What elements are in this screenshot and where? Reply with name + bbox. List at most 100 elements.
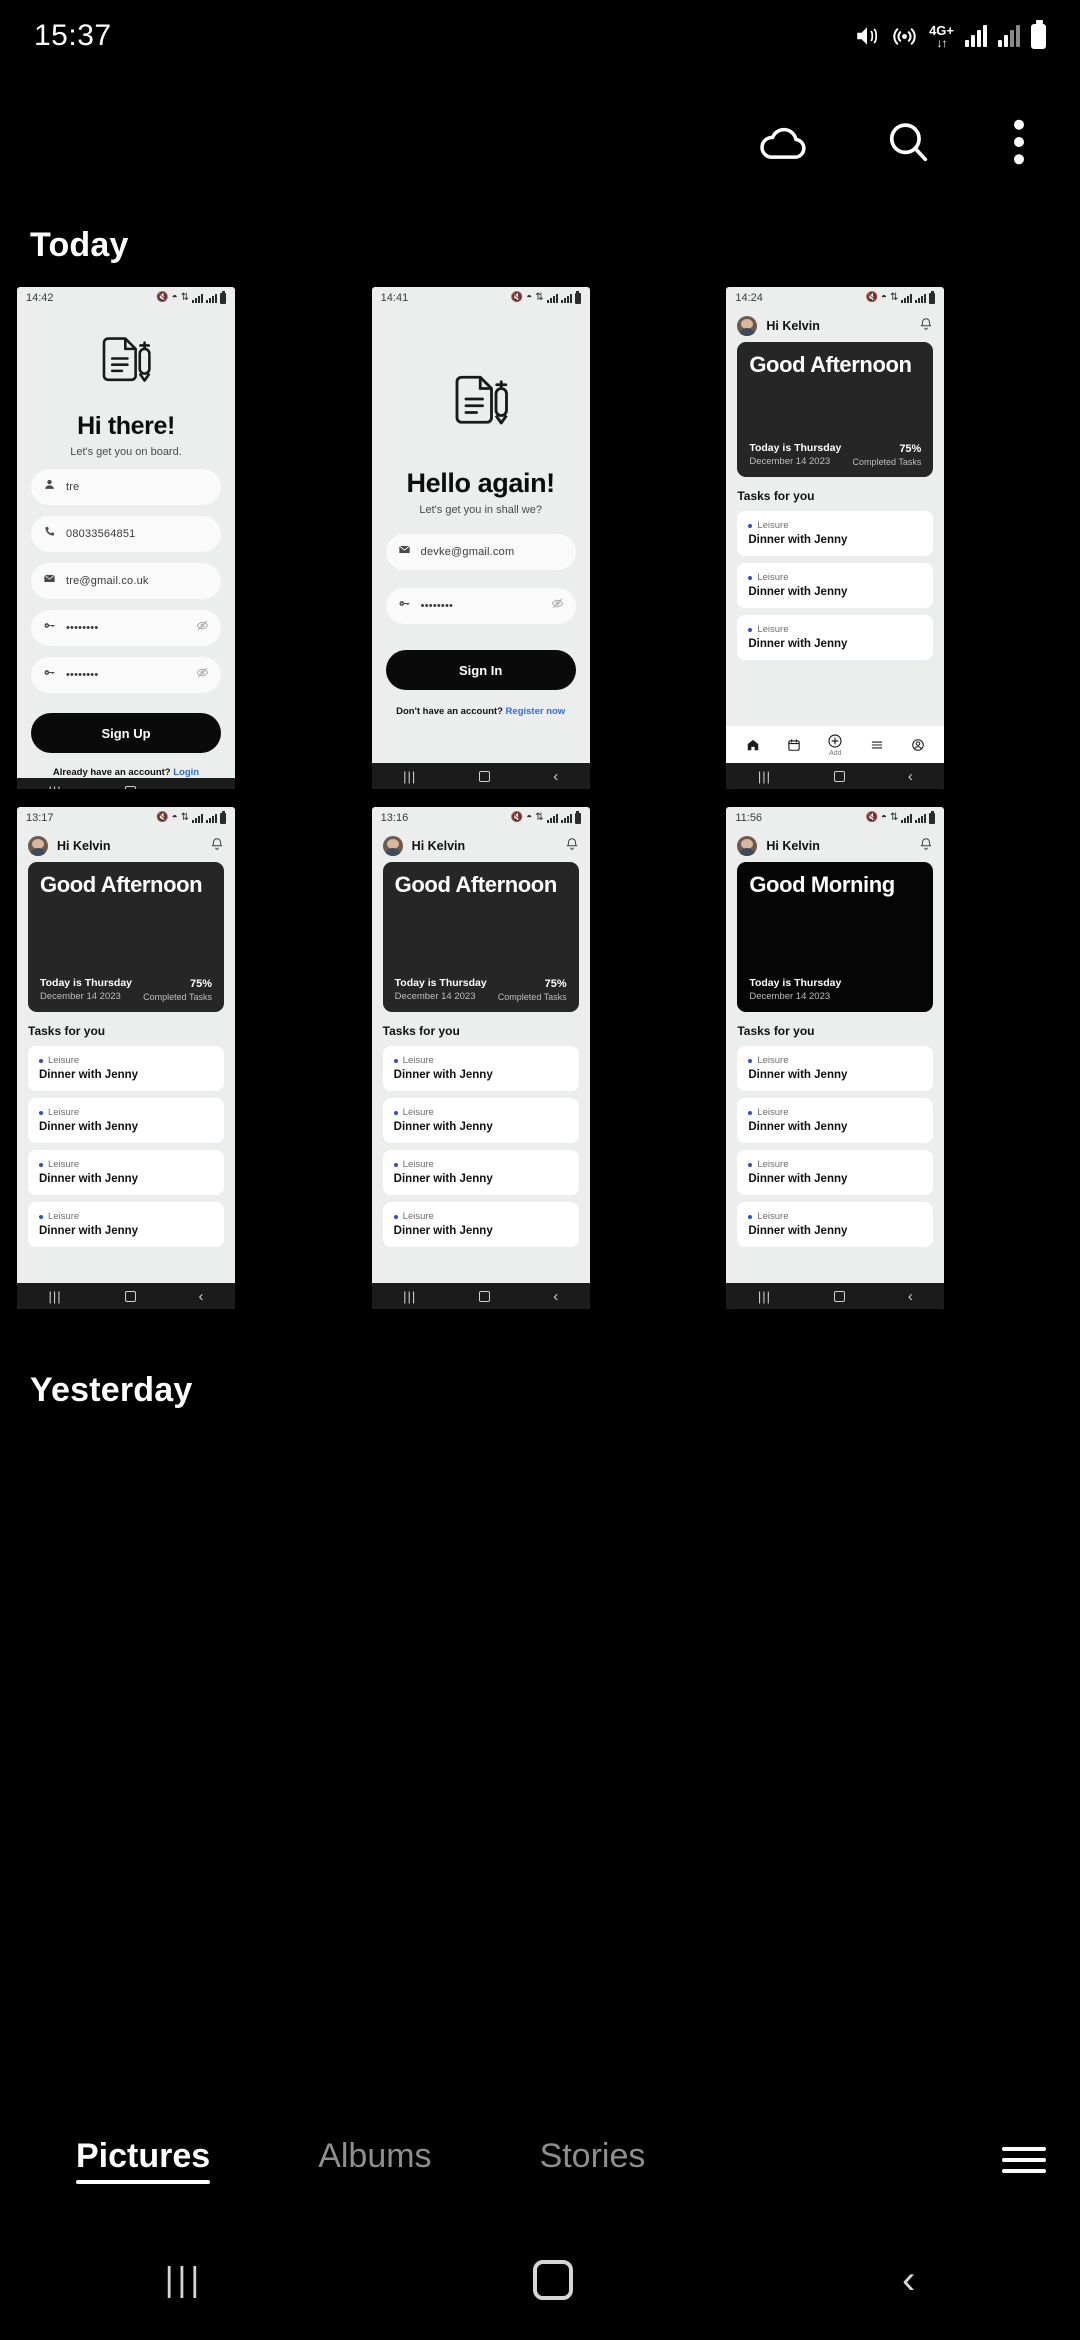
task-title: Dinner with Jenny (393, 1173, 493, 1185)
home-icon[interactable] (532, 2260, 573, 2300)
phone-field[interactable]: 08033564851 (31, 516, 221, 552)
mini-status-time: 11:56 (735, 812, 763, 824)
signin-screen: Hello again! Let's get you in shall we? … (372, 309, 590, 763)
bell-icon[interactable] (919, 837, 933, 856)
task-card[interactable]: Leisure Dinner with Jenny (382, 1202, 579, 1247)
avatar[interactable] (737, 836, 758, 856)
screenshot-thumbnail[interactable]: 14:42 🔇 ◓ ⇅ Hi there! Let's get you on b… (17, 287, 235, 789)
tasks-label: Tasks for you (737, 1024, 815, 1038)
greeting-user: Hi Kelvin (766, 319, 820, 333)
home-icon (124, 785, 136, 789)
eye-off-icon[interactable] (196, 666, 209, 684)
eye-off-icon[interactable] (196, 619, 209, 637)
recents-icon[interactable]: ||| (165, 2261, 204, 2300)
tab-pictures[interactable]: Pictures (76, 2137, 211, 2184)
auth-subtitle: Let's get you on board. (70, 446, 182, 458)
login-link-row[interactable]: Already have an account? Login (53, 767, 199, 778)
battery-icon (1031, 19, 1046, 49)
email-field[interactable]: devke@gmail.com (385, 534, 576, 570)
login-link[interactable]: Login (173, 767, 199, 778)
greeting-banner: Good Morning Today is Thursday December … (737, 862, 934, 1012)
task-card[interactable]: Leisure Dinner with Jenny (28, 1202, 224, 1247)
task-category: Leisure (402, 1107, 434, 1118)
task-title: Dinner with Jenny (748, 1225, 848, 1237)
register-link[interactable]: Register now (506, 706, 566, 717)
task-list: Leisure Dinner with Jenny Leisure Dinner… (372, 1046, 590, 1247)
eye-off-icon[interactable] (551, 597, 564, 615)
greeting-banner: Good Afternoon Today is Thursday Decembe… (382, 862, 579, 1012)
banner-date: December 14 2023 (394, 991, 476, 1002)
bell-icon[interactable] (210, 837, 224, 856)
screenshot-thumbnail[interactable]: 14:41 🔇 ◓ ⇅ Hello again! Let's get you i… (371, 287, 590, 789)
bell-icon[interactable] (565, 837, 579, 856)
signal-icon (546, 293, 558, 303)
confirm-password-field[interactable]: •••••••• (31, 657, 221, 693)
battery-icon (220, 290, 226, 304)
signin-button[interactable]: Sign In (385, 650, 576, 690)
task-title: Dinner with Jenny (748, 1121, 848, 1133)
tab-profile[interactable] (911, 738, 925, 752)
mini-status-bar: 14:42 🔇 ◓ ⇅ (17, 287, 235, 309)
key-icon (398, 597, 411, 615)
task-card[interactable]: Leisure Dinner with Jenny (737, 1150, 934, 1195)
task-card[interactable]: Leisure Dinner with Jenny (28, 1098, 224, 1143)
task-category: Leisure (757, 1211, 789, 1222)
screenshot-thumbnail[interactable]: 11:56 🔇 ◓ ⇅ Hi Kelvin Good Morning Today… (726, 807, 945, 1309)
task-card[interactable]: Leisure Dinner with Jenny (28, 1046, 224, 1091)
name-field[interactable]: tre (31, 469, 221, 505)
category-dot-icon (39, 1110, 43, 1115)
mute-icon: 🔇 (510, 292, 524, 303)
task-card[interactable]: Leisure Dinner with Jenny (737, 1098, 934, 1143)
bell-icon[interactable] (919, 317, 933, 336)
bottom-tab-bar: Pictures Albums Stories (0, 2100, 1080, 2220)
screenshot-thumbnail[interactable]: 13:17 🔇 ◓ ⇅ Hi Kelvin Good Afternoon Tod… (17, 807, 235, 1309)
task-title: Dinner with Jenny (748, 534, 848, 546)
status-bar-icons: 4G+ ↓↑ (854, 19, 1046, 50)
avatar[interactable] (382, 836, 403, 856)
tab-calendar[interactable] (787, 738, 801, 752)
register-link-row[interactable]: Don't have an account? Register now (396, 706, 565, 717)
password-field[interactable]: •••••••• (31, 610, 221, 646)
recents-icon: ||| (757, 1288, 771, 1304)
signup-button[interactable]: Sign Up (31, 713, 221, 753)
task-card[interactable]: Leisure Dinner with Jenny (382, 1046, 579, 1091)
screenshot-thumbnail[interactable]: 14:24 🔇 ◓ ⇅ Hi Kelvin Good Afternoon Tod… (726, 287, 945, 789)
task-card[interactable]: Leisure Dinner with Jenny (382, 1150, 579, 1195)
cloud-icon[interactable] (756, 114, 812, 170)
tab-list[interactable] (870, 738, 884, 752)
category-dot-icon (748, 523, 753, 528)
banner-day: Today is Thursday (749, 977, 842, 989)
tab-add[interactable]: Add (827, 733, 843, 757)
more-options-icon[interactable] (1004, 117, 1034, 167)
task-card[interactable]: Leisure Dinner with Jenny (382, 1098, 579, 1143)
task-title: Dinner with Jenny (39, 1173, 139, 1185)
mail-icon (43, 572, 56, 590)
mute-icon: 🔇 (156, 812, 169, 823)
task-category-row: Leisure (393, 1159, 568, 1170)
greeting-user: Hi Kelvin (57, 839, 111, 853)
email-field[interactable]: tre@gmail.co.uk (31, 563, 221, 599)
task-card[interactable]: Leisure Dinner with Jenny (737, 615, 934, 660)
task-card[interactable]: Leisure Dinner with Jenny (737, 563, 934, 608)
avatar[interactable] (28, 836, 48, 856)
tab-albums[interactable]: Albums (318, 2137, 431, 2184)
back-icon[interactable]: ‹ (902, 2260, 915, 2300)
greeting-user: Hi Kelvin (411, 839, 466, 853)
task-card[interactable]: Leisure Dinner with Jenny (28, 1150, 224, 1195)
tab-home[interactable] (746, 738, 760, 752)
mini-status-bar: 14:24 🔇 ◓ ⇅ (726, 287, 944, 309)
mini-status-time: 14:24 (735, 292, 763, 304)
task-card[interactable]: Leisure Dinner with Jenny (737, 1202, 934, 1247)
screenshot-thumbnail[interactable]: 13:16 🔇 ◓ ⇅ Hi Kelvin Good Afternoon Tod… (371, 807, 590, 1309)
tab-stories[interactable]: Stories (540, 2137, 646, 2184)
grid-column: 14:24 🔇 ◓ ⇅ Hi Kelvin Good Afternoon Tod… (726, 287, 1063, 1309)
task-card[interactable]: Leisure Dinner with Jenny (737, 1046, 934, 1091)
avatar[interactable] (737, 316, 758, 336)
hamburger-menu-icon[interactable] (1002, 2147, 1046, 2173)
home-icon (833, 770, 845, 782)
task-category: Leisure (757, 1055, 789, 1066)
android-navigation-bar: ||| ‹ (0, 2220, 1080, 2340)
task-card[interactable]: Leisure Dinner with Jenny (737, 511, 934, 556)
search-icon[interactable] (882, 116, 934, 168)
password-field[interactable]: •••••••• (385, 588, 576, 624)
